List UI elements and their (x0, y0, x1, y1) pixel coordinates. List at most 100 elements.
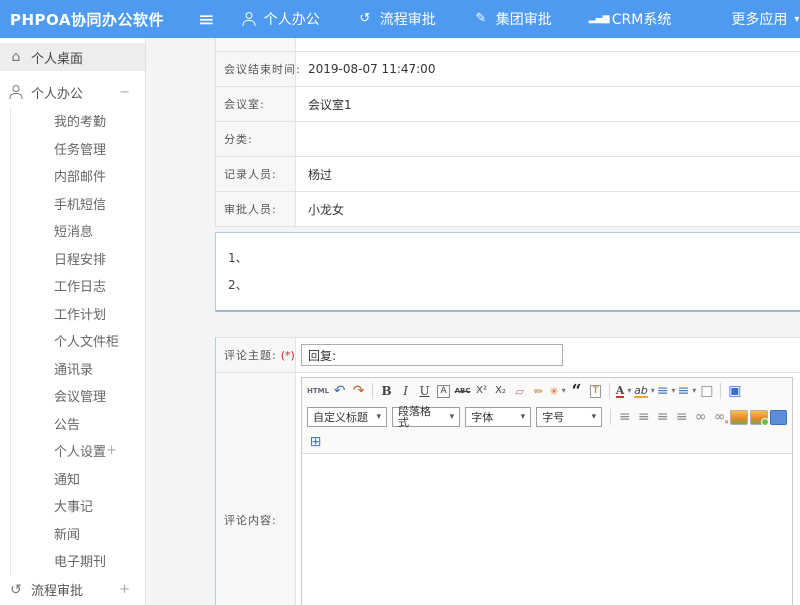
sidebar-item-personal-file-cabinet[interactable]: 个人文件柜 (0, 327, 145, 355)
nav-personal-office[interactable]: 个人办公 (241, 9, 327, 29)
align-left-button[interactable]: ≡ (616, 407, 633, 427)
eraser-button[interactable]: ▱ (511, 381, 528, 401)
comment-subject-label: 评论主题: (*) (216, 338, 296, 372)
nav-more-apps[interactable]: 更多应用 ▾ (708, 9, 799, 29)
sidebar-item-announcement[interactable]: 公告 (0, 410, 145, 438)
nav-workflow-approval[interactable]: ↺ 流程审批 (357, 9, 443, 29)
field-value: 2019-08-07 11:47:00 (296, 52, 800, 86)
menu-toggle-icon[interactable]: ≡ (198, 9, 215, 29)
field-label: 会议室: (216, 87, 296, 121)
nav-group-approval[interactable]: ✎ 集团审批 (473, 9, 559, 29)
new-document-button[interactable]: □ (698, 381, 715, 401)
italic-button[interactable]: I (397, 381, 414, 401)
strikethrough-button[interactable]: ABC (454, 381, 471, 401)
source-code-button[interactable]: HTML (307, 381, 329, 401)
sidebar-item-workflow-approval[interactable]: ↺ 流程审批 + (0, 575, 145, 605)
main-content: 会议结束时间: 2019-08-07 11:47:00 会议室: 会议室1 分类… (146, 38, 800, 605)
table-row: 审批人员: 小龙女 (216, 192, 800, 227)
sidebar-item-memorabilia[interactable]: 大事记 (0, 492, 145, 520)
bold-button[interactable]: B (378, 381, 395, 401)
expand-toggle-icon[interactable]: − (119, 85, 130, 100)
unlink-button[interactable]: ∞ (711, 407, 728, 427)
sidebar-item-contacts[interactable]: 通讯录 (0, 355, 145, 383)
field-value (296, 122, 800, 156)
sidebar-item-label: 个人办公 (31, 83, 83, 102)
sidebar-item-label: 大事记 (54, 496, 93, 515)
insert-image-button[interactable] (730, 410, 748, 425)
sidebar-item-mobile-sms[interactable]: 手机短信 (0, 190, 145, 218)
table-row: 分类: (216, 122, 800, 157)
nav-item-icon (708, 12, 724, 26)
sidebar-item-e-journal[interactable]: 电子期刊 (0, 547, 145, 575)
font-style-button[interactable]: A (435, 381, 452, 401)
sidebar-item-label: 我的考勤 (54, 111, 106, 130)
sidebar-item-work-plan[interactable]: 工作计划 (0, 300, 145, 328)
top-navbar: PHPOA协同办公软件 ≡ 个人办公 ↺ 流程审批 ✎ 集团审批 ▂▄▆ (0, 0, 800, 38)
sidebar-item-personal-desktop[interactable]: ⌂ 个人桌面 (0, 43, 145, 71)
sidebar-item-my-attendance[interactable]: 我的考勤 (0, 107, 145, 135)
nav-item-icon: ▂▄▆ (589, 12, 605, 26)
unordered-list-button[interactable]: ≡ (678, 381, 697, 401)
sidebar-item-news[interactable]: 新闻 (0, 520, 145, 548)
sidebar-item-schedule[interactable]: 日程安排 (0, 245, 145, 273)
subscript-button[interactable]: X₂ (492, 381, 509, 401)
expand-toggle-icon[interactable]: + (119, 582, 130, 597)
link-button[interactable]: ∞ (692, 407, 709, 427)
redo-button[interactable]: ↷ (350, 381, 367, 401)
sidebar-item-icon (31, 389, 47, 403)
format-brush-button[interactable]: ✳ (549, 381, 566, 401)
paste-as-text-button[interactable]: T (587, 381, 604, 401)
align-right-button[interactable]: ≡ (654, 407, 671, 427)
nav-item-label: 个人办公 (264, 9, 320, 29)
clean-format-button[interactable]: ✏ (530, 381, 547, 401)
heading-select[interactable]: 自定义标题 (307, 407, 387, 427)
field-label: 会议结束时间: (216, 52, 296, 86)
sidebar-item-icon (31, 279, 47, 293)
nav-crm-system[interactable]: ▂▄▆ CRM系统 (589, 9, 679, 29)
label-text: 评论主题: (224, 347, 277, 363)
sidebar-item-work-log[interactable]: 工作日志 (0, 272, 145, 300)
nav-item-label: 更多应用 (731, 9, 787, 29)
font-family-select[interactable]: 字体 (465, 407, 531, 427)
align-center-button[interactable]: ≡ (635, 407, 652, 427)
label-text: 评论内容: (224, 512, 277, 528)
highlight-color-button[interactable]: ab (634, 381, 655, 401)
sidebar-item-personal-settings[interactable]: 个人设置 + (0, 437, 145, 465)
sidebar-item-label: 通知 (54, 469, 80, 488)
comment-subject-input[interactable] (301, 344, 563, 366)
sidebar-item-label: 任务管理 (54, 139, 106, 158)
insert-media-button[interactable] (770, 410, 787, 425)
align-justify-button[interactable]: ≡ (673, 407, 690, 427)
ordered-list-button[interactable]: ≡ (657, 381, 676, 401)
sidebar-item-label: 日程安排 (54, 249, 106, 268)
underline-button[interactable]: U (416, 381, 433, 401)
fullscreen-button[interactable]: ▣ (726, 381, 743, 401)
sidebar-item-icon (31, 444, 47, 458)
sidebar-item-icon (31, 141, 47, 155)
sidebar-item-meeting-management[interactable]: 会议管理 (0, 382, 145, 410)
sidebar-item-personal-office[interactable]: 个人办公 − (0, 77, 145, 107)
superscript-button[interactable]: X² (473, 381, 490, 401)
sidebar-item-icon (31, 306, 47, 320)
sidebar-item-task-management[interactable]: 任务管理 (0, 135, 145, 163)
editor-content-area[interactable] (302, 454, 792, 605)
field-label (216, 38, 296, 51)
font-color-button[interactable]: A (615, 381, 632, 401)
expand-toggle-icon[interactable]: + (106, 443, 117, 458)
sidebar-item-label: 电子期刊 (54, 551, 106, 570)
sidebar-item-short-message[interactable]: 短消息 (0, 217, 145, 245)
toolbar-separator (610, 409, 611, 425)
multi-image-button[interactable] (750, 410, 768, 425)
undo-button[interactable]: ↶ (331, 381, 348, 401)
meeting-detail-table: 会议结束时间: 2019-08-07 11:47:00 会议室: 会议室1 分类… (215, 38, 800, 227)
paragraph-format-select[interactable]: 段落格式 (392, 407, 460, 427)
nav-item-label: 流程审批 (380, 9, 436, 29)
sidebar-item-icon (31, 169, 47, 183)
sidebar-item-notification[interactable]: 通知 (0, 465, 145, 493)
rich-text-editor: HTML ↶ ↷ B I U (301, 377, 793, 605)
font-size-select[interactable]: 字号 (536, 407, 602, 427)
insert-table-button[interactable]: ⊞ (307, 432, 324, 452)
field-value: 会议室1 (296, 87, 800, 121)
blockquote-button[interactable]: “ (568, 381, 585, 401)
sidebar-item-internal-mail[interactable]: 内部邮件 (0, 162, 145, 190)
